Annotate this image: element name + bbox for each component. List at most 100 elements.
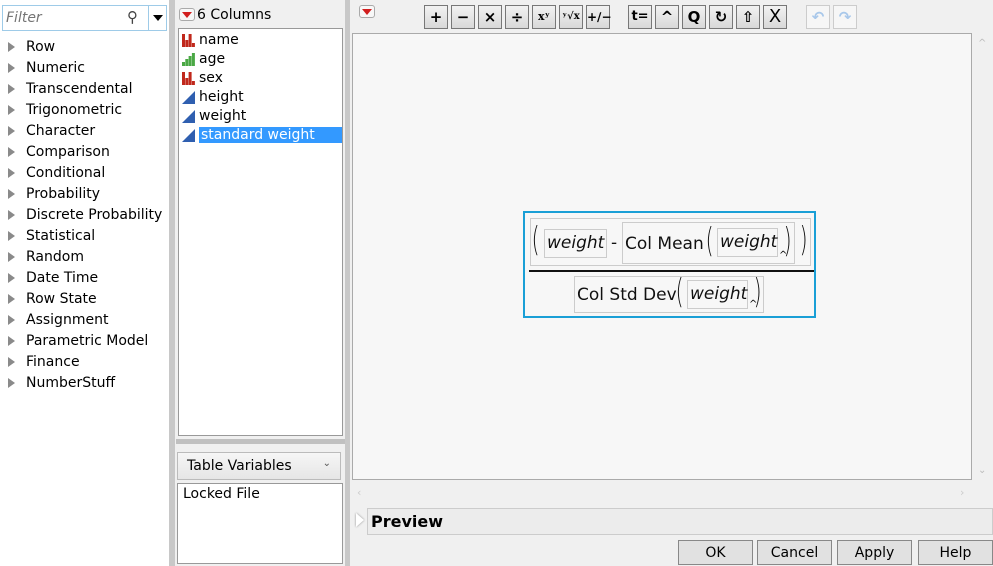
power-button[interactable]: xʸ xyxy=(532,5,556,29)
category-item[interactable]: Numeric xyxy=(8,58,85,78)
expand-triangle-icon[interactable] xyxy=(8,189,15,199)
plus-button[interactable]: + xyxy=(424,5,448,29)
divide-button[interactable]: ÷ xyxy=(505,5,529,29)
redo-button[interactable]: ↷ xyxy=(833,5,857,29)
category-item[interactable]: Parametric Model xyxy=(8,331,148,351)
scroll-up-icon[interactable]: ^ xyxy=(978,38,986,49)
category-item[interactable]: Statistical xyxy=(8,226,95,246)
disclosure-icon[interactable] xyxy=(356,513,364,527)
expand-triangle-icon[interactable] xyxy=(8,273,15,283)
expand-triangle-icon[interactable] xyxy=(8,252,15,262)
category-item[interactable]: Trigonometric xyxy=(8,100,122,120)
category-label: Character xyxy=(26,123,96,139)
column-name: age xyxy=(199,51,226,67)
category-item[interactable]: Random xyxy=(8,247,84,267)
column-list[interactable]: name age sex height weight standard weight xyxy=(178,28,343,436)
variable-weight[interactable]: weight xyxy=(544,229,607,258)
category-item[interactable]: NumberStuff xyxy=(8,373,115,393)
numerator[interactable]: ( weight - Col Mean ( weight ^ ) ) xyxy=(530,218,811,266)
expand-triangle-icon[interactable] xyxy=(8,84,15,94)
assign-button[interactable]: t= xyxy=(628,5,652,29)
expand-triangle-icon[interactable] xyxy=(8,147,15,157)
scroll-left-icon[interactable]: ‹ xyxy=(357,486,361,499)
expand-triangle-icon[interactable] xyxy=(8,105,15,115)
cancel-button[interactable]: Cancel xyxy=(757,540,832,565)
category-label: Numeric xyxy=(26,60,85,76)
formula-expression[interactable]: ( weight - Col Mean ( weight ^ ) ) Col S… xyxy=(523,211,816,318)
category-item[interactable]: Finance xyxy=(8,352,80,372)
right-paren: ) xyxy=(753,272,762,312)
variable-weight[interactable]: weight xyxy=(687,280,748,309)
apply-button[interactable]: Apply xyxy=(837,540,912,565)
loop-button[interactable]: ↻ xyxy=(709,5,733,29)
expand-triangle-icon[interactable] xyxy=(8,168,15,178)
filter-dropdown-button[interactable] xyxy=(148,5,167,31)
expand-triangle-icon[interactable] xyxy=(8,315,15,325)
category-label: Parametric Model xyxy=(26,333,149,349)
scroll-down-icon[interactable]: ⌄ xyxy=(978,465,986,476)
expand-triangle-icon[interactable] xyxy=(8,63,15,73)
nominal-column-icon xyxy=(182,71,195,85)
delete-button[interactable]: X xyxy=(763,5,787,29)
chevron-down-icon xyxy=(153,15,163,21)
splitter[interactable] xyxy=(345,0,350,566)
category-label: Comparison xyxy=(26,144,110,160)
splitter[interactable] xyxy=(176,439,345,444)
category-item[interactable]: Assignment xyxy=(8,310,108,330)
category-item[interactable]: Comparison xyxy=(8,142,110,162)
expand-triangle-icon[interactable] xyxy=(8,336,15,346)
category-label: Probability xyxy=(26,186,101,202)
search-icon[interactable]: ⚲ xyxy=(127,8,138,26)
root-button[interactable]: ʸ√x xyxy=(559,5,583,29)
expand-triangle-icon[interactable] xyxy=(8,294,15,304)
minus-button[interactable]: − xyxy=(451,5,475,29)
variable-label: weight xyxy=(720,232,778,252)
local-button[interactable]: Q xyxy=(682,5,706,29)
category-item[interactable]: Transcendental xyxy=(8,79,133,99)
expand-triangle-icon[interactable] xyxy=(8,126,15,136)
category-item[interactable]: Row State xyxy=(8,289,97,309)
ok-button[interactable]: OK xyxy=(678,540,753,565)
category-label: Discrete Probability xyxy=(26,207,163,223)
category-item[interactable]: Date Time xyxy=(8,268,98,288)
filter-box[interactable]: ⚲ xyxy=(2,5,167,31)
multiply-button[interactable]: × xyxy=(478,5,502,29)
columns-menu-button[interactable] xyxy=(179,8,195,21)
expand-triangle-icon[interactable] xyxy=(8,357,15,367)
column-item[interactable]: sex xyxy=(182,69,223,87)
expand-triangle-icon[interactable] xyxy=(8,231,15,241)
push-button[interactable]: ⇧ xyxy=(736,5,760,29)
category-item[interactable]: Row xyxy=(8,37,55,57)
help-button[interactable]: Help xyxy=(918,540,993,565)
column-item[interactable]: weight xyxy=(182,107,246,125)
column-item[interactable]: height xyxy=(182,88,244,106)
category-label: Row xyxy=(26,39,56,55)
splitter[interactable] xyxy=(169,0,175,566)
table-variables-list[interactable]: Locked File xyxy=(177,483,343,564)
expand-triangle-icon[interactable] xyxy=(8,210,15,220)
category-item[interactable]: Discrete Probability xyxy=(8,205,162,225)
undo-button[interactable]: ↶ xyxy=(806,5,830,29)
column-item[interactable]: standard weight xyxy=(182,126,342,144)
variable-weight[interactable]: weight xyxy=(717,228,778,257)
filter-input[interactable] xyxy=(3,6,118,30)
formula-menu-button[interactable] xyxy=(359,5,375,18)
category-item[interactable]: Conditional xyxy=(8,163,105,183)
plus-minus-button[interactable]: +∕− xyxy=(586,5,612,29)
column-item[interactable]: name xyxy=(182,31,239,49)
list-item[interactable]: Locked File xyxy=(183,486,337,502)
scroll-right-icon[interactable]: › xyxy=(960,486,964,499)
category-label: Conditional xyxy=(26,165,106,181)
caret-button[interactable]: ^ xyxy=(655,5,679,29)
chevron-down-icon: ⌄ xyxy=(322,458,331,469)
table-variables-dropdown[interactable]: Table Variables ⌄ xyxy=(177,452,341,480)
col-mean-function[interactable]: Col Mean ( weight ^ ) xyxy=(622,221,795,264)
expand-triangle-icon[interactable] xyxy=(8,378,15,388)
category-item[interactable]: Character xyxy=(8,121,95,141)
column-name: height xyxy=(199,89,244,105)
preview-section[interactable]: Preview xyxy=(367,508,993,535)
expand-triangle-icon[interactable] xyxy=(8,42,15,52)
column-item[interactable]: age xyxy=(182,50,225,68)
col-std-dev-function[interactable]: Col Std Dev ( weight ^ ) xyxy=(574,272,764,313)
category-item[interactable]: Probability xyxy=(8,184,100,204)
